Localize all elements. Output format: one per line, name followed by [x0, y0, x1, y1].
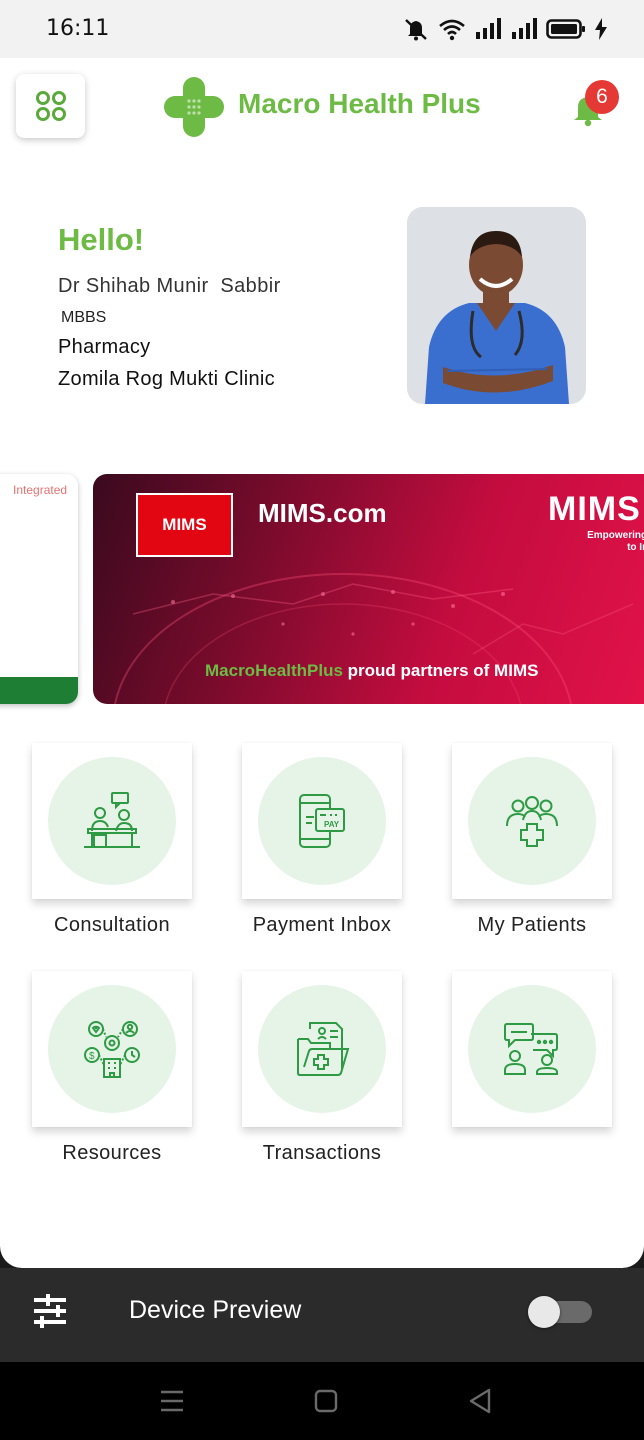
status-time: 16:11 — [46, 16, 110, 41]
app-title: Macro Health Plus — [238, 88, 481, 119]
app-logo — [164, 77, 224, 137]
charging-icon — [595, 18, 607, 40]
doctor-degree: MBBS — [61, 309, 107, 326]
wifi-icon — [439, 19, 465, 41]
home-icon[interactable] — [309, 1384, 343, 1418]
resources-icon: $ — [84, 1021, 140, 1078]
svg-text:PAY: PAY — [324, 820, 340, 829]
tile-circle: $ — [48, 985, 176, 1113]
status-icons — [402, 16, 608, 42]
payment-icon: PAY — [299, 794, 345, 848]
carousel-banner-mims[interactable]: MIMS MIMS.com MIMS Empowering Healthcare… — [93, 474, 644, 704]
grid-icon — [35, 91, 66, 121]
battery-icon — [546, 19, 585, 39]
sliders-icon[interactable] — [32, 1294, 68, 1328]
tile-label-transactions[interactable]: Transactions — [217, 1142, 427, 1165]
notification-badge: 6 — [585, 80, 619, 114]
patients-icon — [506, 796, 558, 847]
doctor-avatar — [407, 207, 586, 404]
toggle-knob — [528, 1296, 560, 1328]
chat-icon — [504, 1023, 558, 1075]
previous-banner-strip — [0, 677, 78, 704]
mims-site: MIMS.com — [258, 498, 387, 528]
status-bar: 16:11 — [0, 0, 644, 58]
partner-text: MacroHealthPlus proud partners of MIMS — [205, 661, 539, 680]
menu-tile-resources[interactable]: $ — [32, 971, 192, 1127]
transactions-icon — [297, 1022, 350, 1076]
carousel-banner-previous[interactable]: SIntegrated — [0, 474, 78, 704]
menu-tile-consultation[interactable] — [32, 743, 192, 899]
mims-brand: MIMS — [548, 490, 641, 528]
system-nav-bar — [0, 1362, 644, 1440]
menu-button[interactable] — [16, 74, 85, 138]
mute-icon — [405, 19, 427, 41]
tile-circle — [468, 757, 596, 885]
signal-icon — [512, 18, 537, 39]
mims-tagline: Empowering Healthcare C to Improve Patie… — [587, 530, 644, 553]
signal-icon — [476, 18, 501, 39]
doctor-name: Dr Shihab Munir Sabbir — [58, 275, 281, 297]
profile-photo[interactable] — [407, 207, 586, 404]
menu-tile-transactions[interactable] — [242, 971, 402, 1127]
tile-circle: PAY — [258, 757, 386, 885]
tile-circle — [258, 985, 386, 1113]
back-icon[interactable] — [463, 1384, 497, 1418]
device-preview-toggle[interactable] — [528, 1296, 592, 1328]
previous-banner-label: SIntegrated — [13, 483, 68, 497]
device-preview-label: Device Preview — [129, 1296, 302, 1324]
app-screen: Macro Health Plus 6 Hello! Dr Shihab Mun… — [0, 58, 644, 1268]
doctor-clinic: Zomila Rog Mukti Clinic — [58, 368, 275, 390]
tile-label-resources[interactable]: Resources — [7, 1142, 217, 1165]
consultation-icon — [84, 792, 140, 848]
tile-label-payment-inbox[interactable]: Payment Inbox — [217, 914, 427, 937]
device-preview-bar: Device Preview — [0, 1268, 644, 1362]
svg-text:$: $ — [89, 1051, 95, 1062]
tile-label-my-patients[interactable]: My Patients — [427, 914, 637, 937]
doctor-department: Pharmacy — [58, 336, 151, 358]
tile-label-consultation[interactable]: Consultation — [7, 914, 217, 937]
tile-circle — [48, 757, 176, 885]
tile-circle — [468, 985, 596, 1113]
menu-tile-chat[interactable] — [452, 971, 612, 1127]
mims-logo: MIMS — [136, 493, 233, 557]
recent-apps-icon[interactable] — [155, 1384, 189, 1418]
greeting: Hello! — [58, 222, 145, 257]
menu-tile-payment-inbox[interactable]: PAY — [242, 743, 402, 899]
menu-tile-my-patients[interactable] — [452, 743, 612, 899]
